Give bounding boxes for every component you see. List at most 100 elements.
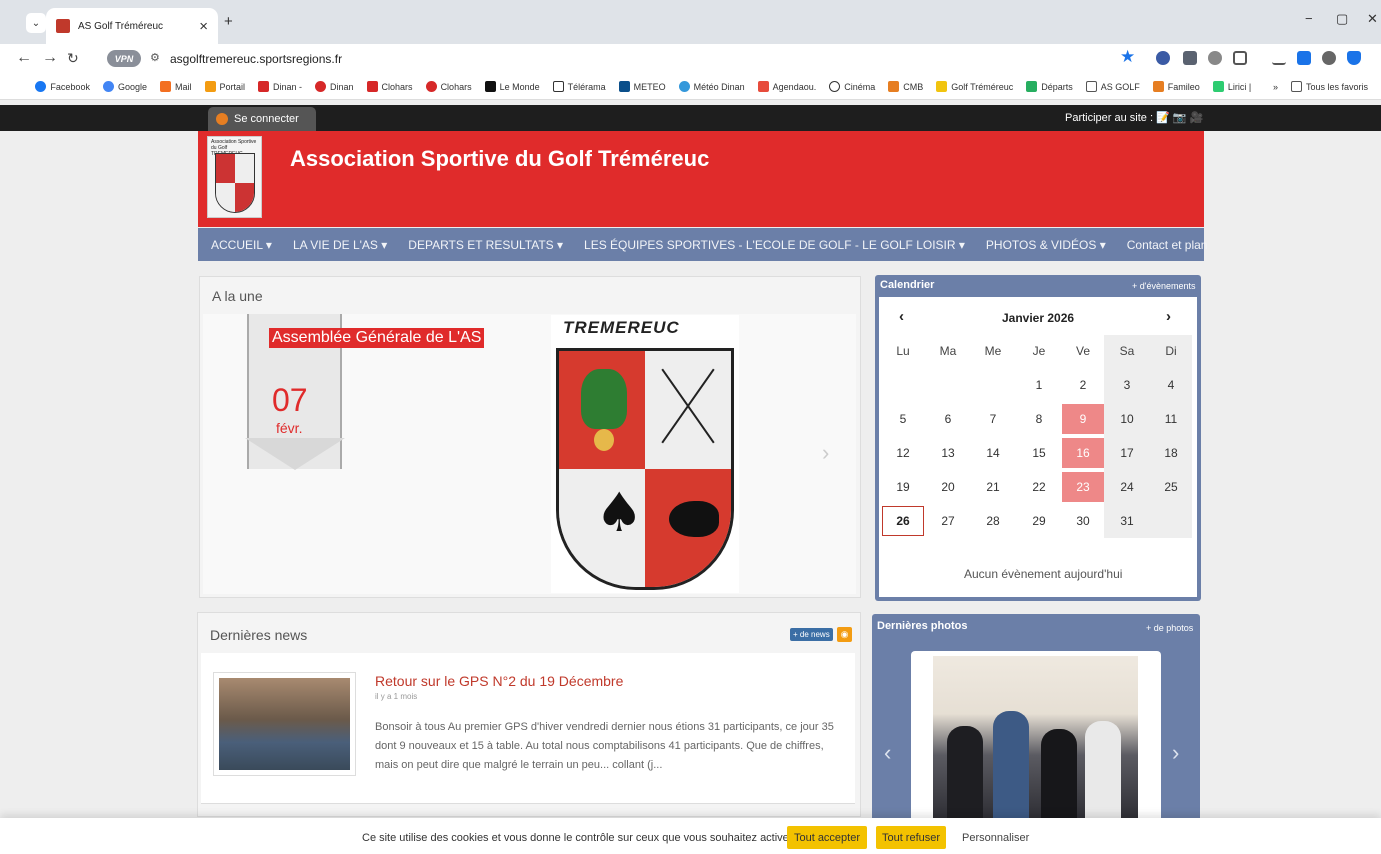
calendar-prev-button[interactable]: ‹ (899, 308, 904, 325)
photo-image[interactable] (933, 656, 1138, 821)
bookmark-portail[interactable]: Portail (204, 81, 245, 92)
tab-list-button[interactable]: ⌄ (26, 13, 46, 33)
window-close-button[interactable]: ✕ (1367, 11, 1378, 27)
address-bar[interactable]: asgolftremereuc.sportsregions.fr (170, 52, 342, 66)
calendar-day[interactable]: 23 (1062, 472, 1104, 502)
cookie-refuse-button[interactable]: Tout refuser (876, 826, 946, 849)
bookmark-agendaou[interactable]: Agendaou. (757, 81, 816, 92)
nav-photos-videos[interactable]: PHOTOS & VIDÉOS ▾ (986, 238, 1106, 252)
photos-prev-arrow[interactable]: ‹ (884, 740, 891, 766)
participate-link[interactable]: Participer au site : 📝 📷 🎥 (1065, 111, 1203, 124)
site-title[interactable]: Association Sportive du Golf Tréméreuc (290, 146, 709, 172)
cookie-customize-link[interactable]: Personnaliser (962, 832, 1029, 844)
extensions-puzzle-icon[interactable] (1233, 51, 1247, 65)
calendar-day[interactable]: 17 (1106, 438, 1148, 468)
photos-more-link[interactable]: + de photos (1146, 623, 1193, 633)
calendar-day[interactable]: 8 (1018, 404, 1060, 434)
reload-icon[interactable]: ↻ (67, 50, 79, 67)
window-restore-button[interactable]: ▢ (1336, 11, 1348, 27)
rss-icon[interactable]: ◉ (837, 627, 852, 642)
calendar-more-link[interactable]: + d'évènements (1132, 281, 1196, 291)
bookmark-as-golf[interactable]: AS GOLF (1085, 81, 1140, 92)
bookmark-le-monde[interactable]: Le Monde (484, 81, 540, 92)
forward-arrow-icon[interactable]: → (42, 49, 58, 67)
shield-icon[interactable] (1347, 51, 1361, 65)
bookmark-famileo[interactable]: Famileo (1152, 81, 1200, 92)
calendar-day[interactable]: 26 (882, 506, 924, 536)
calendar-day[interactable]: 1 (1018, 370, 1060, 400)
site-info-icon[interactable]: ⚙ (150, 51, 160, 64)
sidebar-icon[interactable] (1297, 51, 1311, 65)
calendar-day[interactable]: 27 (927, 506, 969, 536)
new-tab-button[interactable]: + (224, 13, 233, 30)
club-logo[interactable]: Association Sportive du Golf TREMEREUC (207, 136, 262, 218)
calendar-day[interactable]: 13 (927, 438, 969, 468)
calendar-day[interactable]: 10 (1106, 404, 1148, 434)
back-arrow-icon[interactable]: ← (16, 49, 32, 67)
bookmark-mail[interactable]: Mail (159, 81, 192, 92)
slider-next-arrow[interactable]: › (822, 440, 829, 466)
calendar-day[interactable]: 14 (972, 438, 1014, 468)
calendar-day[interactable]: 28 (972, 506, 1014, 536)
calendar-day[interactable]: 20 (927, 472, 969, 502)
bookmark-golf-tremereuc[interactable]: Golf Tréméreuc (936, 81, 1013, 92)
nav-vie-as[interactable]: LA VIE DE L'AS ▾ (293, 238, 387, 252)
bookmark-dinan[interactable]: Dinan - (258, 81, 302, 92)
calendar-day[interactable]: 29 (1018, 506, 1060, 536)
calendar-day[interactable]: 24 (1106, 472, 1148, 502)
bookmark-meteo[interactable]: METEO (618, 81, 666, 92)
bookmark-dinan[interactable]: Dinan (315, 81, 354, 92)
vpn-button[interactable]: VPN (107, 50, 141, 67)
bookmark-clohars[interactable]: Clohars (366, 81, 413, 92)
calendar-next-button[interactable]: › (1166, 308, 1171, 325)
calendar-day[interactable]: 22 (1018, 472, 1060, 502)
bookmark-google[interactable]: Google (102, 81, 147, 92)
cookie-accept-button[interactable]: Tout accepter (787, 826, 867, 849)
nav-departs-resultats[interactable]: DEPARTS ET RESULTATS ▾ (408, 238, 563, 252)
extension-icon[interactable] (1156, 51, 1170, 65)
calendar-day[interactable]: 15 (1018, 438, 1060, 468)
calendar-day[interactable]: 12 (882, 438, 924, 468)
bookmarks-overflow-button[interactable]: » (1273, 82, 1278, 92)
news-thumbnail[interactable] (213, 672, 356, 776)
bookmark-lirici[interactable]: Lirici | (1212, 81, 1251, 92)
profile-icon[interactable] (1322, 51, 1336, 65)
nav-accueil[interactable]: ACCUEIL ▾ (211, 238, 272, 252)
calendar-day[interactable]: 31 (1106, 506, 1148, 536)
calendar-day[interactable]: 19 (882, 472, 924, 502)
calendar-day[interactable]: 5 (882, 404, 924, 434)
bookmark-telerama[interactable]: Télérama (552, 81, 606, 92)
bookmark-cinema[interactable]: Cinéma (829, 81, 875, 92)
browser-tab[interactable]: AS Golf Tréméreuc × (46, 8, 218, 44)
bookmark-facebook[interactable]: Facebook (35, 81, 90, 92)
extension-icon[interactable] (1208, 51, 1222, 65)
event-title[interactable]: Assemblée Générale de L'AS (269, 328, 485, 348)
calendar-day[interactable]: 30 (1062, 506, 1104, 536)
calendar-day[interactable]: 9 (1062, 404, 1104, 434)
login-button[interactable]: Se connecter (208, 107, 316, 131)
calendar-day[interactable]: 21 (972, 472, 1014, 502)
bookmark-clohars[interactable]: Clohars (425, 81, 472, 92)
window-minimize-button[interactable]: − (1305, 11, 1313, 26)
bookmark-meteo-dinan[interactable]: Météo Dinan (678, 81, 745, 92)
news-more-link[interactable]: + de news (790, 628, 833, 641)
news-item-title[interactable]: Retour sur le GPS N°2 du 19 Décembre (375, 673, 623, 689)
bookmark-departs[interactable]: Départs (1026, 81, 1073, 92)
nav-contact[interactable]: Contact et plan (1127, 238, 1208, 252)
calendar-day[interactable]: 6 (927, 404, 969, 434)
calendar-day[interactable]: 25 (1150, 472, 1192, 502)
calendar-day[interactable]: 11 (1150, 404, 1192, 434)
download-icon[interactable] (1272, 51, 1286, 65)
all-bookmarks[interactable]: Tous les favoris (1290, 81, 1368, 92)
calendar-day[interactable]: 3 (1106, 370, 1148, 400)
bookmark-star-icon[interactable]: ★ (1120, 47, 1135, 67)
calendar-day[interactable]: 4 (1150, 370, 1192, 400)
tab-close-icon[interactable]: × (199, 18, 208, 35)
calendar-day[interactable]: 7 (972, 404, 1014, 434)
bookmark-cmb[interactable]: CMB (888, 81, 923, 92)
calendar-day[interactable]: 2 (1062, 370, 1104, 400)
nav-equipes[interactable]: LES ÉQUIPES SPORTIVES - L'ECOLE DE GOLF … (584, 238, 965, 252)
photos-next-arrow[interactable]: › (1172, 740, 1179, 766)
calendar-day[interactable]: 18 (1150, 438, 1192, 468)
calendar-day[interactable]: 16 (1062, 438, 1104, 468)
